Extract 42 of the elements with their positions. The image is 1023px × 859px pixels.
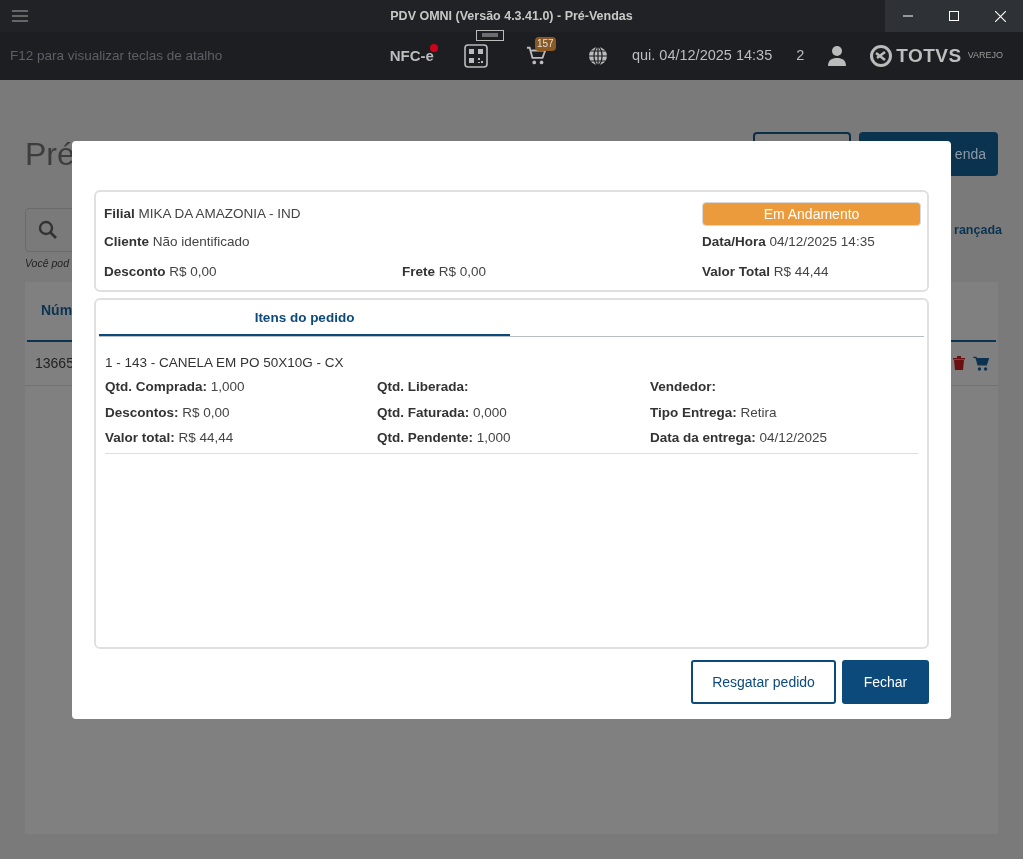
summary-field: Desconto R$ 0,00: [104, 262, 402, 283]
cart-icon[interactable]: [525, 45, 548, 67]
trash-icon[interactable]: [953, 356, 965, 371]
summary-field: Valor Total R$ 44,44: [702, 262, 919, 283]
nfce-indicator[interactable]: NFC-e: [389, 44, 434, 68]
close-dialog-button[interactable]: Fechar: [842, 660, 929, 704]
user-icon[interactable]: [828, 46, 847, 66]
item-field: Qtd. Comprada: 1,000: [105, 377, 377, 398]
logo-text: TOTVS: [896, 43, 962, 68]
item-field: Tipo Entrega: Retira: [650, 402, 918, 423]
column-header: Núm: [41, 301, 73, 321]
summary-field: Data/Hora 04/12/2025 14:35: [702, 232, 919, 253]
recover-order-button[interactable]: Resgatar pedido: [691, 660, 836, 704]
maximize-icon: [949, 11, 959, 21]
cart-badge: 157: [534, 37, 556, 51]
logo-icon: [870, 45, 893, 67]
globe-icon[interactable]: [587, 46, 608, 66]
summary-field: Filial MIKA DA AMAZONIA - IND: [104, 203, 402, 225]
summary-field: Cliente Não identificado: [104, 232, 402, 253]
shortcut-hint: F12 para visualizar teclas de atalho: [10, 46, 223, 65]
search-icon: [38, 220, 58, 240]
user-count: 2: [796, 46, 805, 66]
window-title: PDV OMNI (Versão 4.3.41.0) - Pré-Vendas: [389, 7, 634, 25]
item-title: 1 - 143 - CANELA EM PO 50X10G - CX: [105, 354, 345, 372]
search-hint: Você pod: [25, 256, 69, 271]
item-field: Data da entrega: 04/12/2025: [650, 427, 918, 448]
item-field: Qtd. Pendente: 1,000: [377, 427, 650, 448]
item-field: Qtd. Faturada: 0,000: [377, 402, 650, 423]
table-cell-text: 13665: [35, 353, 74, 373]
qr-code-icon[interactable]: [463, 44, 488, 68]
items-tab[interactable]: Itens do pedido: [99, 302, 510, 336]
menu-icon[interactable]: [12, 10, 28, 22]
date-time: qui. 04/12/2025 14:35: [631, 46, 773, 66]
item-field: Vendedor:: [650, 377, 918, 398]
logo-subtext: VAREJO: [967, 49, 1003, 63]
item-field: Qtd. Liberada:: [377, 377, 650, 398]
item-field: Valor total: R$ 44,44: [105, 427, 377, 448]
summary-field: Frete R$ 0,00: [402, 262, 702, 283]
status-badge: Em Andamento: [702, 202, 921, 226]
item-field: Descontos: R$ 0,00: [105, 402, 377, 423]
close-icon: [994, 10, 1006, 22]
page-title: Pré: [25, 135, 75, 174]
